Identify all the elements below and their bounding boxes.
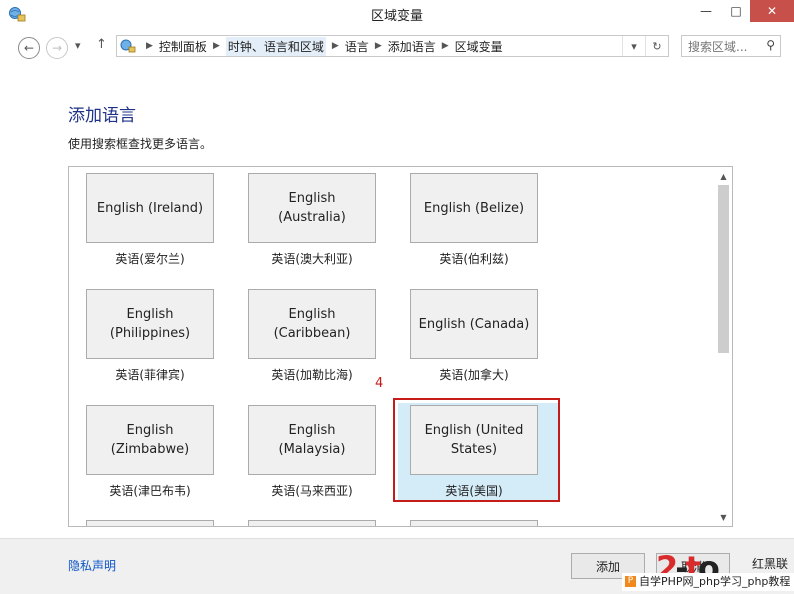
address-dropdown-icon[interactable]: ▾ [622, 36, 645, 56]
language-tile-english-australia[interactable]: English (Australia) [248, 173, 376, 243]
language-tile-partial[interactable] [248, 520, 376, 526]
language-tile-english-caribbean[interactable]: English (Caribbean) [248, 289, 376, 359]
search-input[interactable] [686, 37, 762, 57]
control-panel-icon [120, 39, 136, 53]
breadcrumb-separator-icon: ▶ [374, 41, 382, 51]
language-caption: 英语(津巴布韦) [109, 484, 191, 498]
language-tile-english-zimbabwe[interactable]: English (Zimbabwe) [86, 405, 214, 475]
language-tile-english-philippines[interactable]: English (Philippines) [86, 289, 214, 359]
up-button[interactable]: ↑ [96, 37, 107, 52]
page-title: 添加语言 [68, 106, 136, 126]
language-tile-english-malaysia[interactable]: English (Malaysia) [248, 405, 376, 475]
scroll-thumb[interactable] [718, 185, 729, 353]
breadcrumb-separator-icon: ▶ [441, 41, 449, 51]
language-caption: 英语(马来西亚) [271, 484, 353, 498]
search-icon[interactable]: ⚲ [766, 38, 775, 52]
annotation-highlight-box [393, 398, 560, 502]
recent-pages-dropdown[interactable]: ▾ [75, 39, 81, 52]
watermark-bar: P 自学PHP网_php学习_php教程 [622, 573, 794, 591]
language-caption: 英语(菲律宾) [115, 368, 185, 382]
language-caption: 英语(加拿大) [439, 368, 509, 382]
language-caption: 英语(澳大利亚) [271, 252, 353, 266]
search-box[interactable]: ⚲ [681, 35, 781, 57]
maximize-button[interactable]: □ [721, 0, 751, 22]
minimize-button[interactable]: — [691, 0, 721, 22]
language-caption: 英语(加勒比海) [271, 368, 353, 382]
breadcrumb-language[interactable]: 语言 [345, 38, 369, 55]
title-bar: 区域变量 — □ ✕ [0, 0, 794, 28]
language-caption: 英语(伯利兹) [439, 252, 509, 266]
annotation-step-number: 4 [375, 376, 384, 391]
php-logo-icon: P [625, 576, 636, 587]
breadcrumb-region-variant[interactable]: 区域变量 [455, 38, 503, 55]
scroll-up-icon[interactable]: ▲ [715, 169, 732, 183]
breadcrumb-separator-icon: ▶ [331, 41, 339, 51]
breadcrumb-separator-icon: ▶ [212, 41, 220, 51]
language-tile-english-ireland[interactable]: English (Ireland) [86, 173, 214, 243]
breadcrumb-add-language[interactable]: 添加语言 [388, 38, 436, 55]
breadcrumb-separator-icon: ▶ [146, 41, 153, 51]
breadcrumb-control-panel[interactable]: 控制面板 [159, 38, 207, 55]
forward-button[interactable]: → [46, 37, 68, 59]
breadcrumb-clock-language-region[interactable]: 时钟、语言和区域 [225, 36, 326, 56]
privacy-link[interactable]: 隐私声明 [68, 557, 116, 574]
close-button[interactable]: ✕ [750, 0, 794, 22]
language-tile-partial[interactable] [410, 520, 538, 526]
back-button[interactable]: ← [18, 37, 40, 59]
navigation-bar: ← → ▾ ↑ ▶ 控制面板 ▶ 时钟、语言和区域 ▶ 语言 ▶ 添加语言 ▶ … [0, 30, 794, 64]
window-title: 区域变量 [370, 9, 423, 24]
footer-bar: 隐私声明 添加 取消 2-to 红黑联盟 P自学PHP网_php学习_php教程 [0, 538, 794, 594]
language-list: English (Ireland) 英语(爱尔兰) English (Austr… [68, 166, 733, 527]
watermark-text: 自学PHP网_php学习_php教程 [639, 575, 791, 588]
language-tile-english-canada[interactable]: English (Canada) [410, 289, 538, 359]
scroll-down-icon[interactable]: ▼ [715, 510, 732, 524]
vertical-scrollbar[interactable]: ▲ ▼ [715, 167, 732, 526]
page-description: 使用搜索框查找更多语言。 [68, 137, 213, 151]
language-caption: 英语(爱尔兰) [115, 252, 185, 266]
address-bar[interactable]: ▶ 控制面板 ▶ 时钟、语言和区域 ▶ 语言 ▶ 添加语言 ▶ 区域变量 ▾ ↻ [116, 35, 669, 57]
language-tile-partial[interactable] [86, 520, 214, 526]
refresh-icon[interactable]: ↻ [645, 36, 668, 56]
language-tile-english-belize[interactable]: English (Belize) [410, 173, 538, 243]
